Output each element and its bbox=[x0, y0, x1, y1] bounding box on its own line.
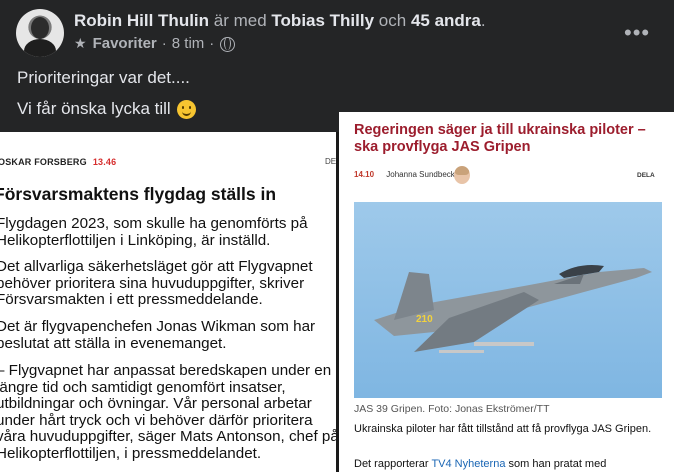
left-article-paragraph-2: Det allvarliga säkerhetsläget gör att Fl… bbox=[0, 258, 313, 309]
share-label: DELA bbox=[637, 172, 655, 179]
period: . bbox=[480, 11, 486, 30]
left-article-headline: Försvarsmaktens flygdag ställs in bbox=[0, 184, 277, 204]
others-link[interactable]: 45 andra bbox=[411, 11, 481, 30]
paragraph-line: Försvarsmakten i ett pressmeddelande. bbox=[0, 291, 263, 309]
left-article-paragraph-1: Flygdagen 2023, som skulle ha genomförts… bbox=[0, 215, 308, 249]
author-name[interactable]: Robin Hill Thulin bbox=[74, 11, 209, 30]
photo-caption: JAS 39 Gripen. Foto: Jonas Ekströmer/TT bbox=[354, 403, 550, 415]
star-icon: ★ bbox=[74, 35, 87, 51]
paragraph-line: utbildningar och övningar. Vår personal … bbox=[0, 395, 312, 413]
right-article-time: 14.10 bbox=[354, 170, 375, 179]
and-text: och bbox=[378, 11, 407, 30]
post-attribution: Robin Hill Thulin är med Tobias Thilly o… bbox=[74, 11, 486, 31]
right-article-author-avatar bbox=[454, 166, 470, 184]
post-meta: ★ Favoriter · 8 tim · bbox=[74, 35, 236, 52]
left-article-image[interactable]: OSKAR FORSBERG 13.46 DE Försvarsmaktens f… bbox=[0, 132, 336, 472]
paragraph-line: Det allvarliga säkerhetsläget gör att Fl… bbox=[0, 258, 313, 275]
post-time[interactable]: 8 tim bbox=[172, 35, 205, 52]
right-article-author: Johanna Sundbeck bbox=[386, 170, 455, 179]
right-article-byline: 14.10 Johanna Sundbeck bbox=[354, 170, 455, 179]
author-avatar[interactable] bbox=[16, 9, 64, 57]
left-article-paragraph-4: – Flygvapnet har anpassat beredskapen un… bbox=[0, 362, 336, 463]
left-article-edge-label: DE bbox=[325, 157, 336, 166]
paragraph-line: under hårt tryck och vi behöver därför p… bbox=[0, 411, 313, 429]
paragraph-line: längre tid och samtidigt genomfört insat… bbox=[0, 378, 286, 396]
with-text: är med bbox=[213, 11, 267, 30]
tagged-name[interactable]: Tobias Thilly bbox=[271, 11, 374, 30]
fighter-jet-icon: 210 bbox=[374, 265, 652, 353]
paragraph-line: – Flygvapnet har anpassat beredskapen un… bbox=[0, 362, 332, 379]
left-article-author: OSKAR FORSBERG bbox=[0, 157, 87, 167]
body-prefix: Det rapporterar bbox=[354, 458, 429, 470]
right-article-headline: Regeringen säger ja till ukrainska pilot… bbox=[354, 122, 646, 155]
paragraph-line: Helikopterflottiljen i Linköping, är ins… bbox=[0, 231, 271, 249]
meta-separator: · bbox=[161, 35, 167, 52]
right-article-image[interactable]: Regeringen säger ja till ukrainska pilot… bbox=[339, 112, 674, 472]
smiley-emoji-icon bbox=[176, 99, 196, 119]
post-text-line-2-text: Vi får önska lycka till bbox=[17, 99, 171, 118]
left-article-byline: OSKAR FORSBERG 13.46 bbox=[0, 157, 116, 167]
body-suffix: som han pratat med bbox=[508, 458, 607, 470]
paragraph-line: Helikopterflottiljen, i pressmeddelandet… bbox=[0, 444, 262, 462]
paragraph-line: våra huvuduppgifter, säger Mats Antonson… bbox=[0, 428, 336, 446]
post-text-line-1: Prioriteringar var det.... bbox=[17, 68, 190, 87]
paragraph-line: beslutat att ställa in evenemanget. bbox=[0, 334, 227, 352]
paragraph-line: Flygdagen 2023, som skulle ha genomförts… bbox=[0, 215, 308, 232]
post-text-line-2: Vi får önska lycka till bbox=[17, 99, 196, 119]
left-article-time: 13.46 bbox=[92, 157, 117, 167]
globe-icon[interactable] bbox=[220, 37, 236, 52]
aircraft-marking: 210 bbox=[416, 314, 433, 325]
right-article-body: Det rapporterar TV4 Nyheterna som han pr… bbox=[354, 458, 606, 470]
left-article-paragraph-3: Det är flygvapenchefen Jonas Wikman som … bbox=[0, 318, 316, 352]
right-article-lead: Ukrainska piloter har fått tillstånd att… bbox=[354, 423, 652, 435]
jas-gripen-photo: 210 bbox=[354, 202, 662, 398]
paragraph-line: Det är flygvapenchefen Jonas Wikman som … bbox=[0, 318, 316, 335]
meta-separator: · bbox=[209, 35, 215, 52]
more-options-icon[interactable]: ••• bbox=[624, 20, 650, 46]
tv4-link[interactable]: TV4 Nyheterna bbox=[431, 458, 505, 470]
paragraph-line: behöver prioritera sina huvuduppgifter, … bbox=[0, 274, 305, 292]
favorite-label[interactable]: Favoriter bbox=[93, 35, 157, 52]
